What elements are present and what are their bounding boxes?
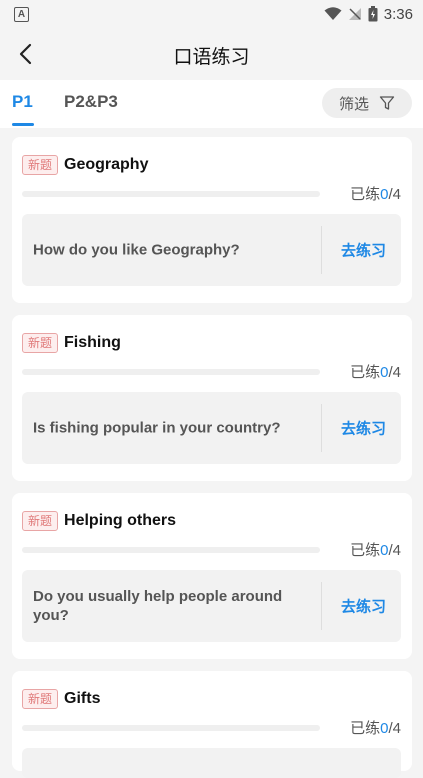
practice-button[interactable]: 去练习 <box>341 418 386 439</box>
question-box[interactable] <box>22 748 401 778</box>
tab-p2-p3[interactable]: P2&P3 <box>64 92 118 112</box>
active-tab-indicator <box>12 123 34 126</box>
wifi-icon <box>324 7 342 20</box>
progress-count: 已练0/4 <box>350 720 401 737</box>
card-header: 新题 Fishing <box>22 333 121 353</box>
page-title: 口语练习 <box>173 47 250 68</box>
filter-label: 筛选 <box>338 95 369 113</box>
status-right: 3:36 <box>324 6 413 23</box>
topic-title: Fishing <box>64 334 121 351</box>
new-badge: 新题 <box>22 689 59 709</box>
practice-button[interactable]: 去练习 <box>341 240 386 261</box>
practice-button[interactable]: 去练习 <box>341 596 386 617</box>
progress-bar <box>22 191 320 197</box>
signal-icon <box>348 8 361 20</box>
new-badge: 新题 <box>22 155 59 175</box>
question-box[interactable]: Is fishing popular in your country? 去练习 <box>22 392 401 464</box>
divider <box>321 226 322 274</box>
filter-button[interactable]: 筛选 <box>322 88 412 118</box>
question-text: Is fishing popular in your country? <box>33 419 281 437</box>
question-box[interactable]: How do you like Geography? 去练习 <box>22 214 401 286</box>
tab-bar: P1 P2&P3 筛选 <box>0 80 423 128</box>
back-arrow-icon[interactable] <box>14 42 38 66</box>
divider <box>321 404 322 452</box>
progress-bar <box>22 725 320 731</box>
card-header: 新题 Gifts <box>22 689 100 709</box>
progress-count: 已练0/4 <box>350 186 401 203</box>
topic-card: 新题 Geography 已练0/4 How do you like Geogr… <box>12 137 412 303</box>
topic-card: 新题 Fishing 已练0/4 Is fishing popular in y… <box>12 315 412 481</box>
progress-count: 已练0/4 <box>350 364 401 381</box>
progress-bar <box>22 547 320 553</box>
question-box[interactable]: Do you usually help people around you? 去… <box>22 570 401 642</box>
question-text: How do you like Geography? <box>33 241 240 259</box>
status-bar: A 3:36 <box>0 0 423 28</box>
topic-card: 新题 Helping others 已练0/4 Do you usually h… <box>12 493 412 659</box>
funnel-icon <box>379 96 395 110</box>
divider <box>321 582 322 630</box>
status-time: 3:36 <box>383 5 413 23</box>
new-badge: 新题 <box>22 511 59 531</box>
topic-title: Geography <box>64 156 149 173</box>
progress-count: 已练0/4 <box>350 542 401 559</box>
progress-bar <box>22 369 320 375</box>
topic-title: Helping others <box>64 512 177 529</box>
app-bar: 口语练习 <box>0 28 423 80</box>
card-header: 新题 Helping others <box>22 511 176 531</box>
topic-card: 新题 Gifts 已练0/4 <box>12 671 412 778</box>
notification-a-icon: A <box>14 6 29 22</box>
tab-p1[interactable]: P1 <box>12 92 33 112</box>
card-header: 新题 Geography <box>22 155 148 175</box>
question-text: Do you usually help people around you? <box>33 588 283 624</box>
battery-icon <box>368 6 378 22</box>
topic-title: Gifts <box>64 690 101 707</box>
new-badge: 新题 <box>22 333 59 353</box>
status-left: A <box>14 6 29 22</box>
